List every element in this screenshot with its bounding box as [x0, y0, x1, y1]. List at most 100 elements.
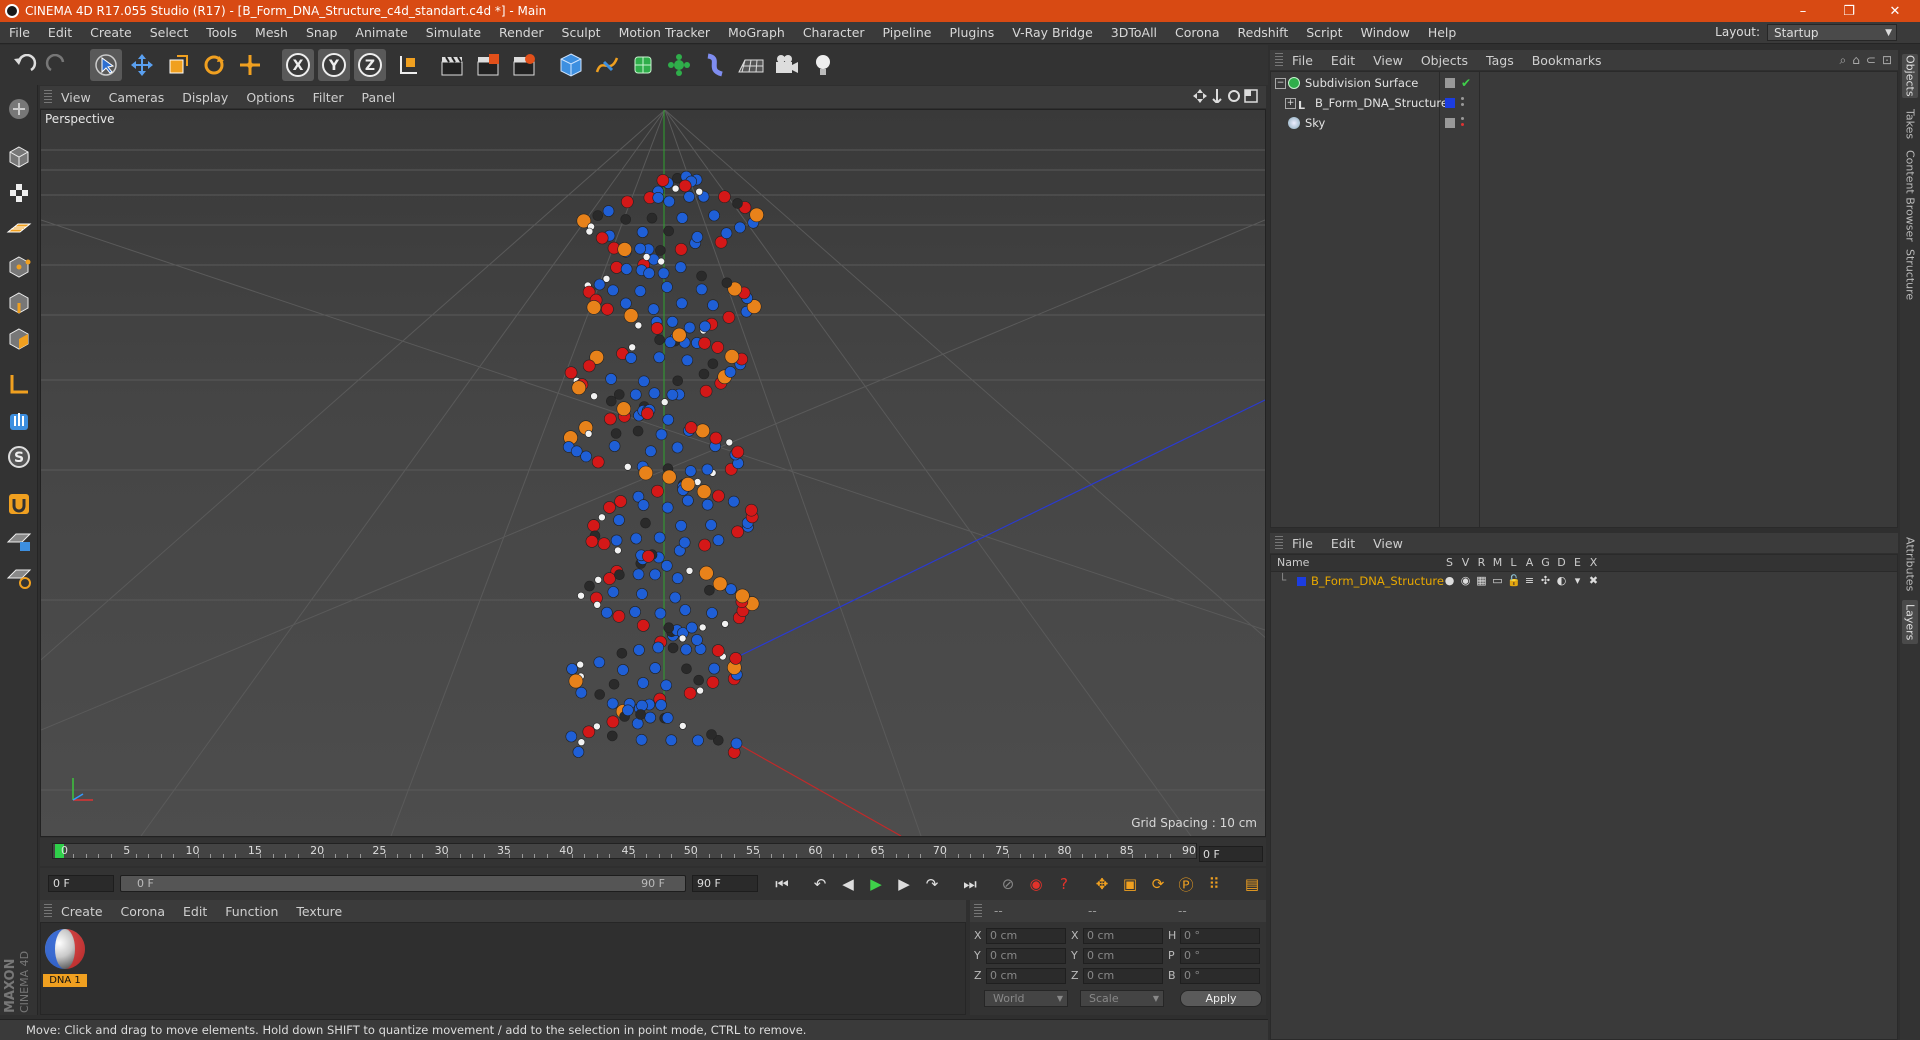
material-swatch-dna1[interactable]: DNA 1 [43, 927, 87, 987]
menu-edit[interactable]: Edit [39, 25, 81, 40]
layer-xref-icon[interactable]: ✖ [1587, 574, 1600, 587]
z-axis-lock-button[interactable]: Z [354, 49, 386, 81]
object-menu-view[interactable]: View [1364, 53, 1412, 68]
next-key-button[interactable]: ↷ [920, 872, 944, 896]
render-to-picture-viewer-button[interactable] [472, 49, 504, 81]
layer-menu-file[interactable]: File [1283, 536, 1322, 551]
menu-3dtoall[interactable]: 3DToAll [1102, 25, 1166, 40]
menu-mograph[interactable]: MoGraph [719, 25, 794, 40]
minimize-button[interactable]: – [1780, 0, 1826, 22]
home-icon[interactable]: ⌂ [1852, 53, 1860, 68]
menu-script[interactable]: Script [1297, 25, 1351, 40]
points-mode-button[interactable] [3, 251, 35, 283]
magnet-button[interactable] [3, 488, 35, 520]
menu-tools[interactable]: Tools [197, 25, 246, 40]
layer-flag-header[interactable]: A [1523, 556, 1536, 569]
add-cube-button[interactable] [555, 49, 587, 81]
menu-animate[interactable]: Animate [346, 25, 416, 40]
add-deformer-button[interactable] [699, 49, 731, 81]
object-menu-bookmarks[interactable]: Bookmarks [1523, 53, 1611, 68]
frame-range-slider[interactable]: 0 F 90 F [120, 875, 686, 892]
layer-expressions-icon[interactable]: ▾ [1571, 574, 1584, 587]
layer-lock-icon[interactable]: 🔓 [1507, 574, 1521, 587]
viewport-menu-view[interactable]: View [52, 90, 100, 105]
object-menu-file[interactable]: File [1283, 53, 1322, 68]
workplane-align-button[interactable] [3, 561, 35, 593]
menu-render[interactable]: Render [490, 25, 553, 40]
key-parameter-button[interactable]: Ⓟ [1174, 872, 1198, 896]
coordinate-system-button[interactable] [392, 49, 424, 81]
add-camera-button[interactable] [771, 49, 803, 81]
menu-motion-tracker[interactable]: Motion Tracker [610, 25, 719, 40]
menu-file[interactable]: File [0, 25, 39, 40]
viewport-move-icon[interactable] [1193, 89, 1207, 103]
current-frame-field[interactable]: 0 F [1199, 846, 1263, 862]
layout-dropdown[interactable]: Startup ▼ [1767, 24, 1897, 41]
close-button[interactable]: ✕ [1872, 0, 1918, 22]
render-view-button[interactable] [436, 49, 468, 81]
layer-generators-icon[interactable]: ✣ [1539, 574, 1552, 587]
go-to-start-button[interactable]: ⏮ [770, 872, 794, 896]
layer-flag-header[interactable]: S [1443, 556, 1456, 569]
size-mode-dropdown[interactable]: Scale ▼ [1080, 990, 1164, 1007]
layer-menu-edit[interactable]: Edit [1322, 536, 1364, 551]
layer-flag-header[interactable]: M [1491, 556, 1504, 569]
key-scale-button[interactable]: ▣ [1118, 872, 1142, 896]
start-frame-field[interactable]: 0 F [48, 875, 114, 892]
size-z-field[interactable]: 0 cm [1083, 968, 1163, 984]
layer-flag-header[interactable]: L [1507, 556, 1520, 569]
undo-button[interactable] [8, 49, 40, 81]
autokey-button[interactable]: ◉ [1024, 872, 1048, 896]
timeline-layout-button[interactable]: ▤ [1240, 872, 1264, 896]
x-axis-lock-button[interactable]: X [282, 49, 314, 81]
move-tool-button[interactable] [126, 49, 158, 81]
material-menu-edit[interactable]: Edit [174, 904, 216, 919]
tab-layers[interactable]: Layers [1902, 600, 1918, 644]
redo-button[interactable] [42, 49, 74, 81]
rotation-p-field[interactable]: 0 ° [1180, 948, 1260, 964]
visibility-dots-icon[interactable] [1461, 117, 1464, 120]
layer-color-swatch[interactable] [1445, 98, 1455, 108]
menu-select[interactable]: Select [141, 25, 198, 40]
expand-icon[interactable]: ⊡ [1882, 53, 1892, 68]
previous-frame-button[interactable]: ◀ [836, 872, 860, 896]
layer-flag-header[interactable]: V [1459, 556, 1472, 569]
rotation-h-field[interactable]: 0 ° [1180, 928, 1260, 944]
rotation-b-field[interactable]: 0 ° [1180, 968, 1260, 984]
record-keys-button[interactable]: ⊘ [996, 872, 1020, 896]
polygons-mode-button[interactable] [3, 323, 35, 355]
keyframe-selection-button[interactable]: ? [1052, 872, 1076, 896]
layer-solo-icon[interactable]: ● [1443, 574, 1456, 587]
visibility-dots-icon[interactable] [1461, 97, 1464, 100]
tab-takes[interactable]: Takes [1902, 106, 1918, 142]
material-menu-corona[interactable]: Corona [112, 904, 174, 919]
layer-deformers-icon[interactable]: ◐ [1555, 574, 1568, 587]
object-row-sky[interactable]: Sky [1271, 114, 1897, 133]
rotate-tool-button[interactable] [198, 49, 230, 81]
transform-tool-button[interactable] [234, 49, 266, 81]
link-icon[interactable]: ⊂ [1866, 53, 1876, 68]
material-menu-function[interactable]: Function [216, 904, 287, 919]
viewport-zoom-icon[interactable] [1210, 89, 1224, 103]
menu-corona[interactable]: Corona [1166, 25, 1228, 40]
menu-create[interactable]: Create [81, 25, 141, 40]
scale-tool-button[interactable] [162, 49, 194, 81]
tab-objects[interactable]: Objects [1902, 54, 1918, 98]
edges-mode-button[interactable] [3, 287, 35, 319]
size-x-field[interactable]: 0 cm [1083, 928, 1163, 944]
go-to-end-button[interactable]: ⏭ [958, 872, 982, 896]
menu-vray-bridge[interactable]: V-Ray Bridge [1003, 25, 1102, 40]
enabled-check-icon[interactable]: ✔ [1461, 74, 1471, 93]
viewport-maximize-icon[interactable] [1244, 89, 1258, 103]
next-frame-button[interactable]: ▶ [892, 872, 916, 896]
material-menu-create[interactable]: Create [52, 904, 112, 919]
search-icon[interactable]: ⌕ [1840, 53, 1847, 68]
visibility-toggle-icon[interactable] [1445, 78, 1455, 88]
add-environment-button[interactable] [735, 49, 767, 81]
restore-button[interactable]: ❐ [1826, 0, 1872, 22]
tab-attributes[interactable]: Attributes [1902, 534, 1918, 594]
layer-flag-header[interactable]: G [1539, 556, 1552, 569]
collapse-toggle-icon[interactable]: − [1275, 78, 1286, 89]
visibility-toggle-icon[interactable] [1445, 118, 1455, 128]
position-y-field[interactable]: 0 cm [986, 948, 1066, 964]
